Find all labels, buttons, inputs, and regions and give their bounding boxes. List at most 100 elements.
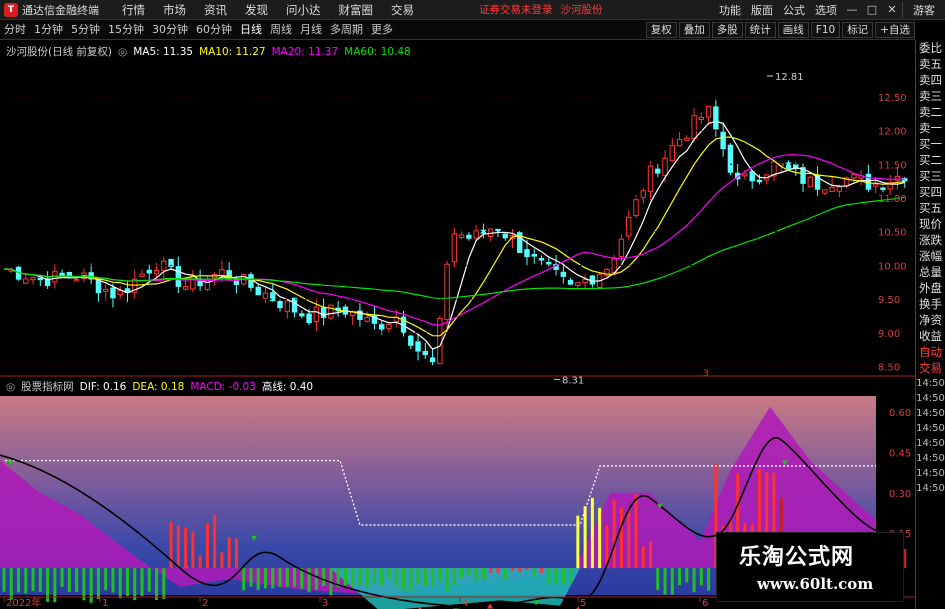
- side-label: 买四: [919, 185, 942, 199]
- price-axis-label: 8.50: [878, 363, 900, 374]
- candle-body: [364, 316, 370, 322]
- minimize-icon[interactable]: —: [842, 3, 862, 16]
- candle-body: [669, 145, 675, 162]
- side-label[interactable]: 委比: [916, 40, 945, 56]
- period-multi[interactable]: 多周期: [326, 20, 367, 40]
- menu-discover[interactable]: 发现: [236, 0, 277, 20]
- app-logo[interactable]: T 通达信金融终端: [0, 0, 113, 20]
- macd-histogram-bar: [213, 514, 217, 569]
- multi-stock-button[interactable]: 多股: [711, 21, 743, 38]
- macd-histogram-bar: [38, 568, 42, 592]
- candle-body: [822, 189, 828, 194]
- candle-body: [785, 162, 792, 169]
- candle-body: [872, 183, 879, 187]
- chart-area[interactable]: 12.81 8.31 3 12.50 12.00 11.50 11.00 10.50 10.0…: [0, 40, 915, 609]
- mark-button[interactable]: 标记: [842, 21, 874, 38]
- macd-histogram-bar: [452, 568, 456, 587]
- adjust-button[interactable]: 复权: [645, 21, 677, 38]
- macd-histogram-bar: [322, 568, 326, 586]
- macd-histogram-bar: [685, 568, 689, 583]
- macd-histogram-bar: [641, 546, 645, 569]
- add-favorite-button[interactable]: +自选: [875, 21, 915, 38]
- period-more[interactable]: 更多: [367, 20, 397, 40]
- candle-body: [422, 350, 429, 356]
- macd-histogram-bar: [431, 568, 435, 588]
- macd-histogram-bar: [24, 568, 28, 594]
- candle-body: [742, 173, 748, 177]
- period-60min[interactable]: 60分钟: [192, 20, 236, 40]
- close-icon[interactable]: ✕: [882, 3, 902, 16]
- candle-body: [320, 307, 327, 318]
- menu-quotes[interactable]: 行情: [113, 0, 154, 20]
- watermark-logo: 乐淘公式网 www.60lt.com: [716, 532, 904, 602]
- macd-histogram-bar: [561, 568, 565, 585]
- candle-body: [299, 313, 305, 317]
- guest-account[interactable]: 游客: [902, 1, 945, 18]
- trade-time: 14:50: [916, 453, 945, 464]
- menu-news[interactable]: 资讯: [195, 0, 236, 20]
- side-label[interactable]: 交易: [916, 360, 945, 376]
- indicator-settings-icon[interactable]: ◎: [6, 381, 15, 393]
- macd-histogram-bar: [205, 523, 209, 569]
- period-timeshare[interactable]: 分时: [0, 20, 30, 40]
- period-daily[interactable]: 日线: [236, 20, 266, 40]
- period-30min[interactable]: 30分钟: [148, 20, 192, 40]
- candle-body: [458, 234, 465, 239]
- maximize-icon[interactable]: □: [862, 3, 882, 16]
- macd-histogram-bar: [496, 568, 500, 573]
- watermark-url: www.60lt.com: [757, 575, 874, 593]
- candle-body: [676, 139, 683, 147]
- date-axis-label: 2022年: [6, 596, 41, 609]
- macd-value: MACD: -0.03: [190, 380, 256, 393]
- candle-body: [415, 341, 421, 352]
- macd-histogram-bar: [104, 568, 108, 591]
- period-monthly[interactable]: 月线: [296, 20, 326, 40]
- candle-body: [575, 282, 581, 287]
- menu-formula[interactable]: 公式: [778, 2, 810, 18]
- period-weekly[interactable]: 周线: [266, 20, 296, 40]
- menu-trade[interactable]: 交易: [382, 0, 423, 20]
- candle-body: [524, 249, 530, 258]
- price-axis-label: 12.00: [878, 127, 907, 138]
- menu-layout[interactable]: 版面: [746, 2, 778, 18]
- candle-body: [153, 270, 160, 275]
- candle-body: [727, 144, 734, 173]
- candle-body: [560, 271, 567, 277]
- indicator-legend: ◎ 股票指标网 DIF: 0.16 DEA: 0.18 MACD: -0.03 …: [6, 379, 319, 394]
- candle-body: [277, 300, 283, 309]
- macd-histogram-bar: [656, 568, 660, 591]
- settings-gear-icon[interactable]: ◎: [118, 46, 127, 58]
- macd-histogram-bar: [678, 568, 682, 586]
- macd-histogram-bar: [358, 568, 362, 586]
- overlay-button[interactable]: 叠加: [678, 21, 710, 38]
- macd-histogram-bar: [481, 568, 485, 580]
- menu-function[interactable]: 功能: [714, 2, 746, 18]
- menu-options[interactable]: 选项: [810, 2, 842, 18]
- macd-histogram-bar: [343, 568, 347, 586]
- period-5min[interactable]: 5分钟: [67, 20, 104, 40]
- menu-ask[interactable]: 问小达: [277, 0, 330, 20]
- period-1min[interactable]: 1分钟: [30, 20, 67, 40]
- side-label[interactable]: 自动: [916, 344, 945, 360]
- candle-body: [538, 258, 545, 261]
- macd-histogram-bar: [82, 568, 86, 601]
- side-label: 买五: [919, 201, 942, 215]
- stats-button[interactable]: 统计: [744, 21, 776, 38]
- draw-button[interactable]: 画线: [777, 21, 809, 38]
- macd-histogram-bar: [670, 568, 674, 595]
- date-axis-label: 6: [702, 598, 708, 609]
- macd-histogram-bar: [634, 493, 638, 569]
- candle-body: [836, 186, 843, 192]
- menu-wealth[interactable]: 财富圈: [330, 0, 383, 20]
- macd-histogram-bar: [445, 568, 449, 592]
- macd-histogram-bar: [365, 568, 369, 587]
- price-kline-panel[interactable]: 12.81 8.31 3: [3, 72, 908, 386]
- login-status[interactable]: 证券交易未登录: [479, 2, 553, 17]
- candle-body: [182, 286, 189, 290]
- trade-time: 14:50: [916, 423, 945, 434]
- period-15min[interactable]: 15分钟: [104, 20, 148, 40]
- macd-histogram-bar: [17, 568, 21, 593]
- f10-button[interactable]: F10: [810, 21, 841, 38]
- menu-market[interactable]: 市场: [154, 0, 195, 20]
- macd-histogram-bar: [60, 568, 64, 587]
